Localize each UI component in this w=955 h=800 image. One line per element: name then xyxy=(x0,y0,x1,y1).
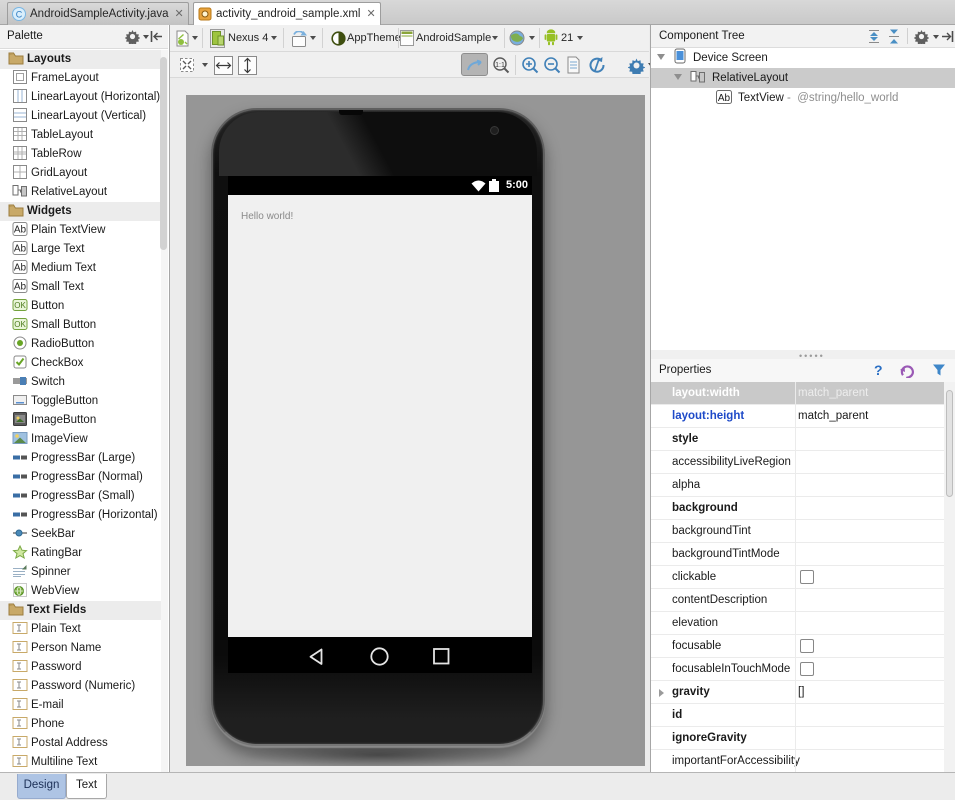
svg-text:Ab: Ab xyxy=(14,244,27,255)
svg-text:1:1: 1:1 xyxy=(495,62,505,69)
svg-text:Ab: Ab xyxy=(14,282,27,293)
svg-text:OK: OK xyxy=(14,320,26,329)
svg-text:Ab: Ab xyxy=(718,93,731,104)
svg-text:Ab: Ab xyxy=(14,263,27,274)
svg-text:Ab: Ab xyxy=(14,225,27,236)
svg-text:C: C xyxy=(16,10,23,20)
svg-text:OK: OK xyxy=(14,301,26,310)
